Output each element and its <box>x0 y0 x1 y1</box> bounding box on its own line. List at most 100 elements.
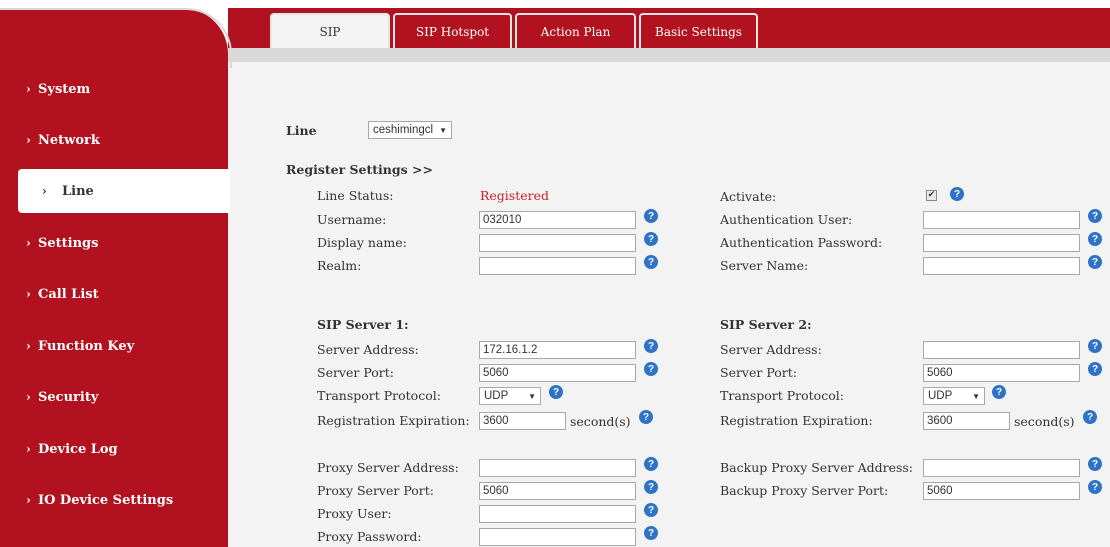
tab-sip-hotspot[interactable]: SIP Hotspot <box>393 13 512 48</box>
sidebar-item-call-list[interactable]: › Call List <box>0 272 228 316</box>
server1-port-input[interactable] <box>479 364 636 382</box>
line-label: Line <box>286 123 317 138</box>
help-icon[interactable]: ? <box>644 232 658 246</box>
realm-input[interactable] <box>479 257 636 275</box>
help-icon[interactable]: ? <box>639 410 653 424</box>
server1-address-label: Server Address: <box>317 342 419 357</box>
sidebar-item-label: Settings <box>38 235 99 251</box>
help-icon[interactable]: ? <box>1088 457 1102 471</box>
transport-select-value: UDP <box>484 390 509 402</box>
sidebar-item-label: Device Log <box>38 441 118 457</box>
tab-action-plan[interactable]: Action Plan <box>515 13 636 48</box>
help-icon[interactable]: ? <box>644 255 658 269</box>
proxy-port-input[interactable] <box>479 482 636 500</box>
help-icon[interactable]: ? <box>1088 339 1102 353</box>
tab-label: Basic Settings <box>655 24 742 39</box>
sidebar-item-io-device-settings[interactable]: › IO Device Settings <box>0 478 228 522</box>
help-icon[interactable]: ? <box>1088 255 1102 269</box>
auth-user-label: Authentication User: <box>720 212 853 227</box>
tab-basic-settings[interactable]: Basic Settings <box>639 13 758 48</box>
chevron-right-icon: › <box>26 442 31 456</box>
proxy-port-label: Proxy Server Port: <box>317 483 434 498</box>
server1-expiration-label: Registration Expiration: <box>317 413 470 428</box>
help-icon[interactable]: ? <box>644 457 658 471</box>
sidebar-item-label: Function Key <box>38 338 135 354</box>
tab-sip[interactable]: SIP <box>270 13 390 48</box>
help-icon[interactable]: ? <box>549 385 563 399</box>
sip-server-1-title: SIP Server 1: <box>317 317 409 332</box>
activate-checkbox[interactable]: ✔ <box>926 190 937 201</box>
tab-underline-strip <box>228 48 1110 62</box>
help-icon[interactable]: ? <box>644 362 658 376</box>
sidebar-item-line[interactable]: › Line <box>18 169 230 213</box>
display-name-input[interactable] <box>479 234 636 252</box>
sip-server-2-title: SIP Server 2: <box>720 317 812 332</box>
register-settings-header[interactable]: Register Settings >> <box>286 162 433 177</box>
server1-expiration-unit: second(s) <box>570 414 631 429</box>
tab-label: Action Plan <box>540 24 611 39</box>
dropdown-arrow-icon: ▼ <box>528 391 536 401</box>
dropdown-arrow-icon: ▼ <box>439 125 447 135</box>
server2-address-input[interactable] <box>923 341 1080 359</box>
username-input[interactable] <box>479 211 636 229</box>
server1-expiration-input[interactable] <box>479 412 566 430</box>
help-icon[interactable]: ? <box>992 385 1006 399</box>
server2-expiration-input[interactable] <box>923 412 1010 430</box>
display-name-label: Display name: <box>317 235 407 250</box>
sidebar-item-network[interactable]: › Network <box>0 118 228 162</box>
help-icon[interactable]: ? <box>950 187 964 201</box>
proxy-password-label: Proxy Password: <box>317 529 422 544</box>
proxy-password-input[interactable] <box>479 528 636 546</box>
help-icon[interactable]: ? <box>1083 410 1097 424</box>
server1-transport-select[interactable]: UDP ▼ <box>479 387 541 405</box>
line-status-label: Line Status: <box>317 188 394 203</box>
chevron-right-icon: › <box>26 493 31 507</box>
sidebar-item-label: IO Device Settings <box>38 492 174 508</box>
server2-port-input[interactable] <box>923 364 1080 382</box>
sidebar-item-label: Security <box>38 389 99 405</box>
server2-transport-select[interactable]: UDP ▼ <box>923 387 985 405</box>
proxy-address-input[interactable] <box>479 459 636 477</box>
help-icon[interactable]: ? <box>644 339 658 353</box>
sidebar-item-system[interactable]: › System <box>0 67 228 111</box>
top-band <box>0 0 1110 8</box>
proxy-user-label: Proxy User: <box>317 506 392 521</box>
help-icon[interactable]: ? <box>1088 362 1102 376</box>
help-icon[interactable]: ? <box>1088 209 1102 223</box>
sidebar-item-label: System <box>38 81 91 97</box>
backup-proxy-port-label: Backup Proxy Server Port: <box>720 483 889 498</box>
auth-password-input[interactable] <box>923 234 1080 252</box>
server2-expiration-unit: second(s) <box>1014 414 1075 429</box>
backup-proxy-address-input[interactable] <box>923 459 1080 477</box>
line-select[interactable]: ceshimingcl ▼ <box>368 121 452 139</box>
server1-transport-label: Transport Protocol: <box>317 388 441 403</box>
backup-proxy-address-label: Backup Proxy Server Address: <box>720 460 914 475</box>
help-icon[interactable]: ? <box>1088 480 1102 494</box>
chevron-right-icon: › <box>42 184 47 198</box>
backup-proxy-port-input[interactable] <box>923 482 1080 500</box>
server-name-label: Server Name: <box>720 258 809 273</box>
sidebar-item-label: Call List <box>38 286 99 302</box>
server-name-input[interactable] <box>923 257 1080 275</box>
tab-label: SIP Hotspot <box>415 24 490 39</box>
sidebar-item-security[interactable]: › Security <box>0 375 228 419</box>
help-icon[interactable]: ? <box>644 209 658 223</box>
help-icon[interactable]: ? <box>644 480 658 494</box>
chevron-right-icon: › <box>26 133 31 147</box>
server2-address-label: Server Address: <box>720 342 822 357</box>
help-icon[interactable]: ? <box>1088 232 1102 246</box>
proxy-user-input[interactable] <box>479 505 636 523</box>
sidebar-item-settings[interactable]: › Settings <box>0 221 228 265</box>
server1-port-label: Server Port: <box>317 365 394 380</box>
sidebar-item-label: Network <box>38 132 100 148</box>
help-icon[interactable]: ? <box>644 503 658 517</box>
server2-transport-label: Transport Protocol: <box>720 388 844 403</box>
auth-password-label: Authentication Password: <box>720 235 883 250</box>
auth-user-input[interactable] <box>923 211 1080 229</box>
server2-expiration-label: Registration Expiration: <box>720 413 873 428</box>
server1-address-input[interactable] <box>479 341 636 359</box>
help-icon[interactable]: ? <box>644 526 658 540</box>
username-label: Username: <box>317 212 387 227</box>
sidebar-item-device-log[interactable]: › Device Log <box>0 427 228 471</box>
sidebar-item-function-key[interactable]: › Function Key <box>0 324 228 368</box>
